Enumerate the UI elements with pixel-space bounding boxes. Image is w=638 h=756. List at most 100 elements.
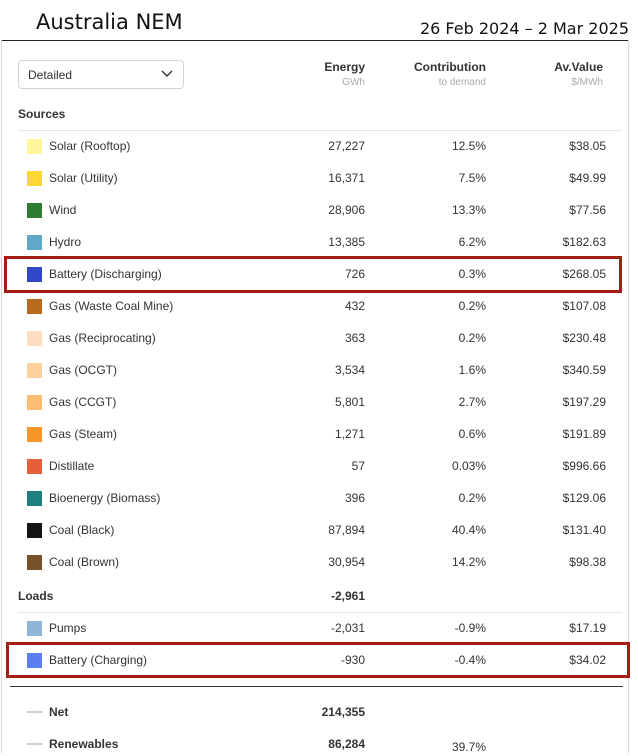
sources-section-label: Sources: [18, 107, 66, 121]
contribution-column-header[interactable]: Contribution to demand: [414, 59, 486, 90]
contribution-value: 1.6%: [458, 363, 486, 377]
table-row[interactable]: Solar (Rooftop) 27,227 12.5% $38.05: [18, 130, 622, 162]
renewables-line-marker: [27, 743, 43, 745]
av-value: $49.99: [569, 171, 606, 185]
panel-border-right: [628, 40, 629, 753]
fuel-name: Battery (Discharging): [49, 267, 162, 281]
contribution-value: -0.4%: [454, 653, 486, 667]
energy-value: 28,906: [328, 203, 365, 217]
table-row[interactable]: Gas (OCGT) 3,534 1.6% $340.59: [18, 354, 622, 386]
color-swatch[interactable]: [27, 555, 42, 570]
av-value: $129.06: [562, 491, 606, 505]
energy-value: 16,371: [328, 171, 365, 185]
page-title: Australia NEM: [36, 10, 183, 34]
title-underline: [1, 40, 629, 41]
energy-value: 57: [351, 459, 365, 473]
energy-value: 3,534: [334, 363, 365, 377]
contribution-value: 13.3%: [451, 203, 486, 217]
energy-value: 726: [344, 267, 365, 281]
table-row[interactable]: Gas (CCGT) 5,801 2.7% $197.29: [18, 386, 622, 418]
table-row[interactable]: Battery (Charging) -930 -0.4% $34.02: [18, 644, 622, 676]
energy-value: -2,031: [330, 621, 365, 635]
color-swatch[interactable]: [27, 235, 42, 250]
contribution-value: 0.03%: [451, 459, 486, 473]
fuel-name: Gas (Steam): [49, 427, 118, 441]
color-swatch[interactable]: [27, 491, 42, 506]
fuel-name: Coal (Black): [49, 523, 115, 537]
av-value: $197.29: [562, 395, 606, 409]
fuel-name: Pumps: [49, 621, 87, 635]
contribution-value: 12.5%: [451, 139, 486, 153]
color-swatch[interactable]: [27, 523, 42, 538]
table-row[interactable]: Gas (Waste Coal Mine) 432 0.2% $107.08: [18, 290, 622, 322]
contribution-value: 0.2%: [458, 331, 486, 345]
table-row[interactable]: Battery (Discharging) 726 0.3% $268.05: [18, 258, 622, 290]
color-swatch[interactable]: [27, 139, 42, 154]
table-row[interactable]: Solar (Utility) 16,371 7.5% $49.99: [18, 162, 622, 194]
contribution-value: 0.2%: [458, 491, 486, 505]
fuel-name: Gas (OCGT): [49, 363, 117, 377]
av-value: $34.02: [569, 653, 606, 667]
renewables-contribution: 39.7%: [451, 740, 486, 754]
av-value: $131.40: [562, 523, 606, 537]
table-row[interactable]: Pumps -2,031 -0.9% $17.19: [18, 612, 622, 644]
chevron-down-icon: [161, 70, 173, 77]
title-bar: Australia NEM 26 Feb 2024 – 2 Mar 2025: [0, 0, 638, 42]
av-value: $191.89: [562, 427, 606, 441]
color-swatch[interactable]: [27, 267, 42, 282]
energy-value: 13,385: [328, 235, 365, 249]
value-column-header[interactable]: Av.Value $/MWh: [554, 59, 603, 90]
view-select-value: Detailed: [28, 68, 73, 82]
color-swatch[interactable]: [27, 171, 42, 186]
view-select[interactable]: Detailed: [18, 60, 184, 89]
net-line-marker: [27, 711, 43, 713]
av-value: $107.08: [562, 299, 606, 313]
color-swatch[interactable]: [27, 203, 42, 218]
contribution-value: 14.2%: [451, 555, 486, 569]
table-row[interactable]: Wind 28,906 13.3% $77.56: [18, 194, 622, 226]
contribution-value: -0.9%: [454, 621, 486, 635]
contribution-value: 6.2%: [458, 235, 486, 249]
table-row[interactable]: Gas (Steam) 1,271 0.6% $191.89: [18, 418, 622, 450]
net-row: Net 214,355: [18, 702, 622, 724]
color-swatch[interactable]: [27, 363, 42, 378]
color-swatch[interactable]: [27, 653, 42, 668]
energy-value: 27,227: [328, 139, 365, 153]
net-label: Net: [49, 705, 69, 719]
table-row[interactable]: Gas (Reciprocating) 363 0.2% $230.48: [18, 322, 622, 354]
table-row[interactable]: Coal (Brown) 30,954 14.2% $98.38: [18, 546, 622, 578]
loads-total: -2,961: [330, 589, 365, 603]
renewables-label: Renewables: [49, 737, 119, 751]
energy-column-header[interactable]: Energy GWh: [324, 59, 365, 90]
color-swatch[interactable]: [27, 427, 42, 442]
color-swatch[interactable]: [27, 331, 42, 346]
energy-value: 432: [344, 299, 365, 313]
color-swatch[interactable]: [27, 395, 42, 410]
av-value: $268.05: [562, 267, 606, 281]
color-swatch[interactable]: [27, 459, 42, 474]
color-swatch[interactable]: [27, 299, 42, 314]
fuel-name: Wind: [49, 203, 77, 217]
net-energy: 214,355: [321, 705, 365, 719]
fuel-name: Solar (Rooftop): [49, 139, 131, 153]
table-row[interactable]: Coal (Black) 87,894 40.4% $131.40: [18, 514, 622, 546]
date-range[interactable]: 26 Feb 2024 – 2 Mar 2025: [420, 19, 629, 38]
contribution-column-label: Contribution: [414, 60, 486, 74]
table-row[interactable]: Bioenergy (Biomass) 396 0.2% $129.06: [18, 482, 622, 514]
fuel-name: Distillate: [49, 459, 95, 473]
fuel-name: Bioenergy (Biomass): [49, 491, 161, 505]
table-row[interactable]: Distillate 57 0.03% $996.66: [18, 450, 622, 482]
av-value: $17.19: [569, 621, 606, 635]
energy-value: 5,801: [334, 395, 365, 409]
av-value: $77.56: [569, 203, 606, 217]
fuel-name: Gas (Reciprocating): [49, 331, 156, 345]
energy-value: 396: [344, 491, 365, 505]
table-row[interactable]: Hydro 13,385 6.2% $182.63: [18, 226, 622, 258]
fuel-name: Battery (Charging): [49, 653, 148, 667]
loads-section-label: Loads: [18, 589, 54, 603]
color-swatch[interactable]: [27, 621, 42, 636]
fuel-name: Gas (Waste Coal Mine): [49, 299, 174, 313]
contribution-value: 0.3%: [458, 267, 486, 281]
av-value: $98.38: [569, 555, 606, 569]
energy-value: 1,271: [334, 427, 365, 441]
